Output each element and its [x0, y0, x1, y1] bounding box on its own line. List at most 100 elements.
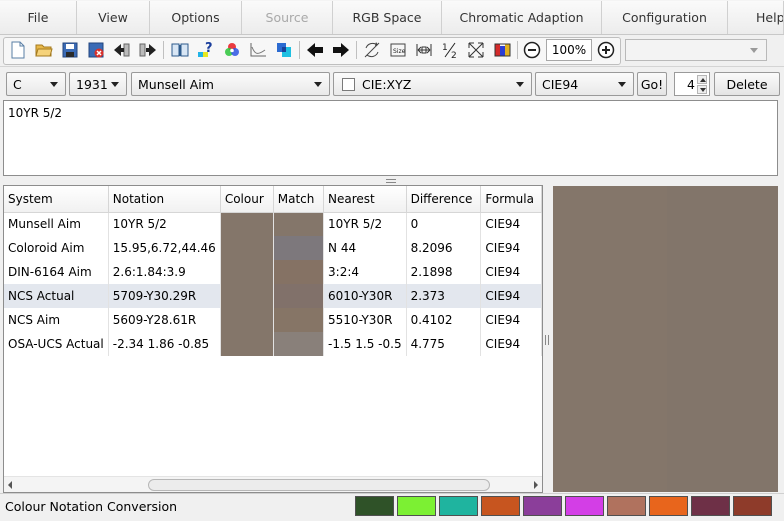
header-match[interactable]: Match	[273, 186, 325, 213]
spin-down-icon[interactable]	[697, 85, 707, 94]
palette-swatch[interactable]	[733, 496, 772, 516]
cell-formula: CIE94	[480, 332, 542, 356]
refresh-icon[interactable]	[362, 40, 382, 60]
palette-swatch[interactable]	[607, 496, 646, 516]
menu-source[interactable]: Source	[242, 1, 333, 34]
cell-nearest: -1.5 1.5 -0.5	[323, 332, 407, 356]
fit-width-icon[interactable]	[414, 40, 434, 60]
vertical-splitter[interactable]	[543, 185, 552, 493]
cell-formula: CIE94	[480, 284, 542, 308]
match-swatch	[273, 284, 325, 308]
open-folder-icon[interactable]	[34, 40, 54, 60]
target-system-select[interactable]: CIE:XYZ	[333, 72, 532, 96]
match-swatch	[273, 212, 325, 236]
delete-file-icon[interactable]	[86, 40, 106, 60]
size-icon[interactable]: Size	[388, 40, 408, 60]
table-row[interactable]: NCS Aim 5609-Y28.61R 5510-Y30R 0.4102 CI…	[4, 308, 542, 332]
palette-swatch[interactable]	[565, 496, 604, 516]
header-colour[interactable]: Colour	[220, 186, 274, 213]
scrollbar-thumb[interactable]	[148, 479, 490, 491]
cell-notation: 5709-Y30.29R	[108, 284, 221, 308]
horizontal-splitter[interactable]	[0, 177, 784, 185]
colour-swatch	[220, 284, 274, 308]
cell-nearest: N 44	[323, 236, 407, 260]
table-row[interactable]: Munsell Aim 10YR 5/2 10YR 5/2 0 CIE94	[4, 212, 542, 236]
palette-swatch[interactable]	[481, 496, 520, 516]
menu-view[interactable]: View	[77, 1, 150, 34]
palette-swatch[interactable]	[523, 496, 562, 516]
scroll-right-icon[interactable]	[534, 481, 538, 489]
save-icon[interactable]	[60, 40, 80, 60]
source-system-select[interactable]: Munsell Aim	[131, 72, 330, 96]
table-row[interactable]: Coloroid Aim 15.95,6.72,44.46 N 44 8.209…	[4, 236, 542, 260]
target-checkbox[interactable]	[342, 77, 355, 91]
delete-button[interactable]: Delete	[714, 72, 780, 96]
illuminant-select[interactable]: C	[6, 72, 66, 96]
chevron-down-icon	[50, 82, 58, 87]
chevron-down-icon	[111, 82, 119, 87]
book-icon[interactable]	[170, 40, 190, 60]
table-row[interactable]: OSA-UCS Actual -2.34 1.86 -0.85 -1.5 1.5…	[4, 332, 542, 356]
svg-text:?: ?	[205, 41, 213, 56]
header-difference[interactable]: Difference	[406, 186, 482, 213]
menu-chromatic-adaption[interactable]: Chromatic Adaption	[442, 1, 602, 34]
header-nearest[interactable]: Nearest	[323, 186, 407, 213]
spin-up-icon[interactable]	[697, 75, 707, 84]
go-button[interactable]: Go!	[637, 72, 667, 96]
forward-arrow-icon[interactable]	[331, 40, 351, 60]
half-icon[interactable]: 12	[440, 40, 460, 60]
cell-nearest: 10YR 5/2	[323, 212, 407, 236]
help-icon[interactable]: ?	[196, 40, 216, 60]
menu-options[interactable]: Options	[150, 1, 242, 34]
colour-preview	[553, 186, 778, 492]
palette-swatch[interactable]	[649, 496, 688, 516]
export-icon[interactable]	[138, 40, 158, 60]
cell-nearest: 3:2:4	[323, 260, 407, 284]
header-notation[interactable]: Notation	[108, 186, 221, 213]
svg-text:1: 1	[442, 43, 448, 53]
table-row[interactable]: DIN-6164 Aim 2.6:1.84:3.9 3:2:4 2.1898 C…	[4, 260, 542, 284]
results-grid: System Notation Colour Match Nearest Dif…	[4, 186, 542, 356]
zoom-out-icon[interactable]	[522, 40, 542, 60]
color-wheel-icon[interactable]	[222, 40, 242, 60]
observer-select[interactable]: 1931	[69, 72, 127, 96]
new-icon[interactable]	[8, 40, 28, 60]
import-icon[interactable]	[112, 40, 132, 60]
menu-help[interactable]: Help	[728, 1, 784, 34]
toolbar-separator	[356, 41, 357, 59]
toolbar-dropdown[interactable]	[625, 39, 767, 61]
menu-rgb-space[interactable]: RGB Space	[333, 1, 442, 34]
menu-configuration[interactable]: Configuration	[602, 1, 728, 34]
palette-swatch[interactable]	[439, 496, 478, 516]
target-system-value: CIE:XYZ	[362, 76, 412, 92]
palette-swatch[interactable]	[691, 496, 730, 516]
table-row-selected[interactable]: NCS Actual 5709-Y30.29R 6010-Y30R 2.373 …	[4, 284, 542, 308]
notation-input[interactable]: 10YR 5/2	[3, 100, 778, 176]
back-arrow-icon[interactable]	[305, 40, 325, 60]
menu-file[interactable]: File	[0, 1, 77, 34]
graph-icon[interactable]	[248, 40, 268, 60]
cell-formula: CIE94	[480, 236, 542, 260]
palette-swatch[interactable]	[397, 496, 436, 516]
menu-bar: File View Options Source RGB Space Chrom…	[0, 0, 784, 35]
zoom-in-icon[interactable]	[596, 40, 616, 60]
header-formula[interactable]: Formula	[480, 186, 542, 213]
horizontal-scrollbar[interactable]	[4, 476, 542, 492]
count-spinner[interactable]: 4	[674, 72, 710, 96]
swatch-icon[interactable]	[274, 40, 294, 60]
zoom-level[interactable]: 100%	[546, 39, 592, 61]
fullscreen-icon[interactable]	[466, 40, 486, 60]
palette-swatch[interactable]	[355, 496, 394, 516]
cell-formula: CIE94	[480, 308, 542, 332]
palette-icon[interactable]	[492, 40, 512, 60]
scroll-left-icon[interactable]	[8, 481, 12, 489]
match-swatch	[273, 260, 325, 284]
preview-source-colour	[553, 186, 667, 492]
cell-formula: CIE94	[480, 260, 542, 284]
cell-system: Coloroid Aim	[4, 236, 109, 260]
toolbar-separator	[517, 41, 518, 59]
illuminant-value: C	[13, 76, 22, 92]
formula-select[interactable]: CIE94	[535, 72, 634, 96]
header-system[interactable]: System	[4, 186, 109, 213]
cell-difference: 2.1898	[406, 260, 482, 284]
